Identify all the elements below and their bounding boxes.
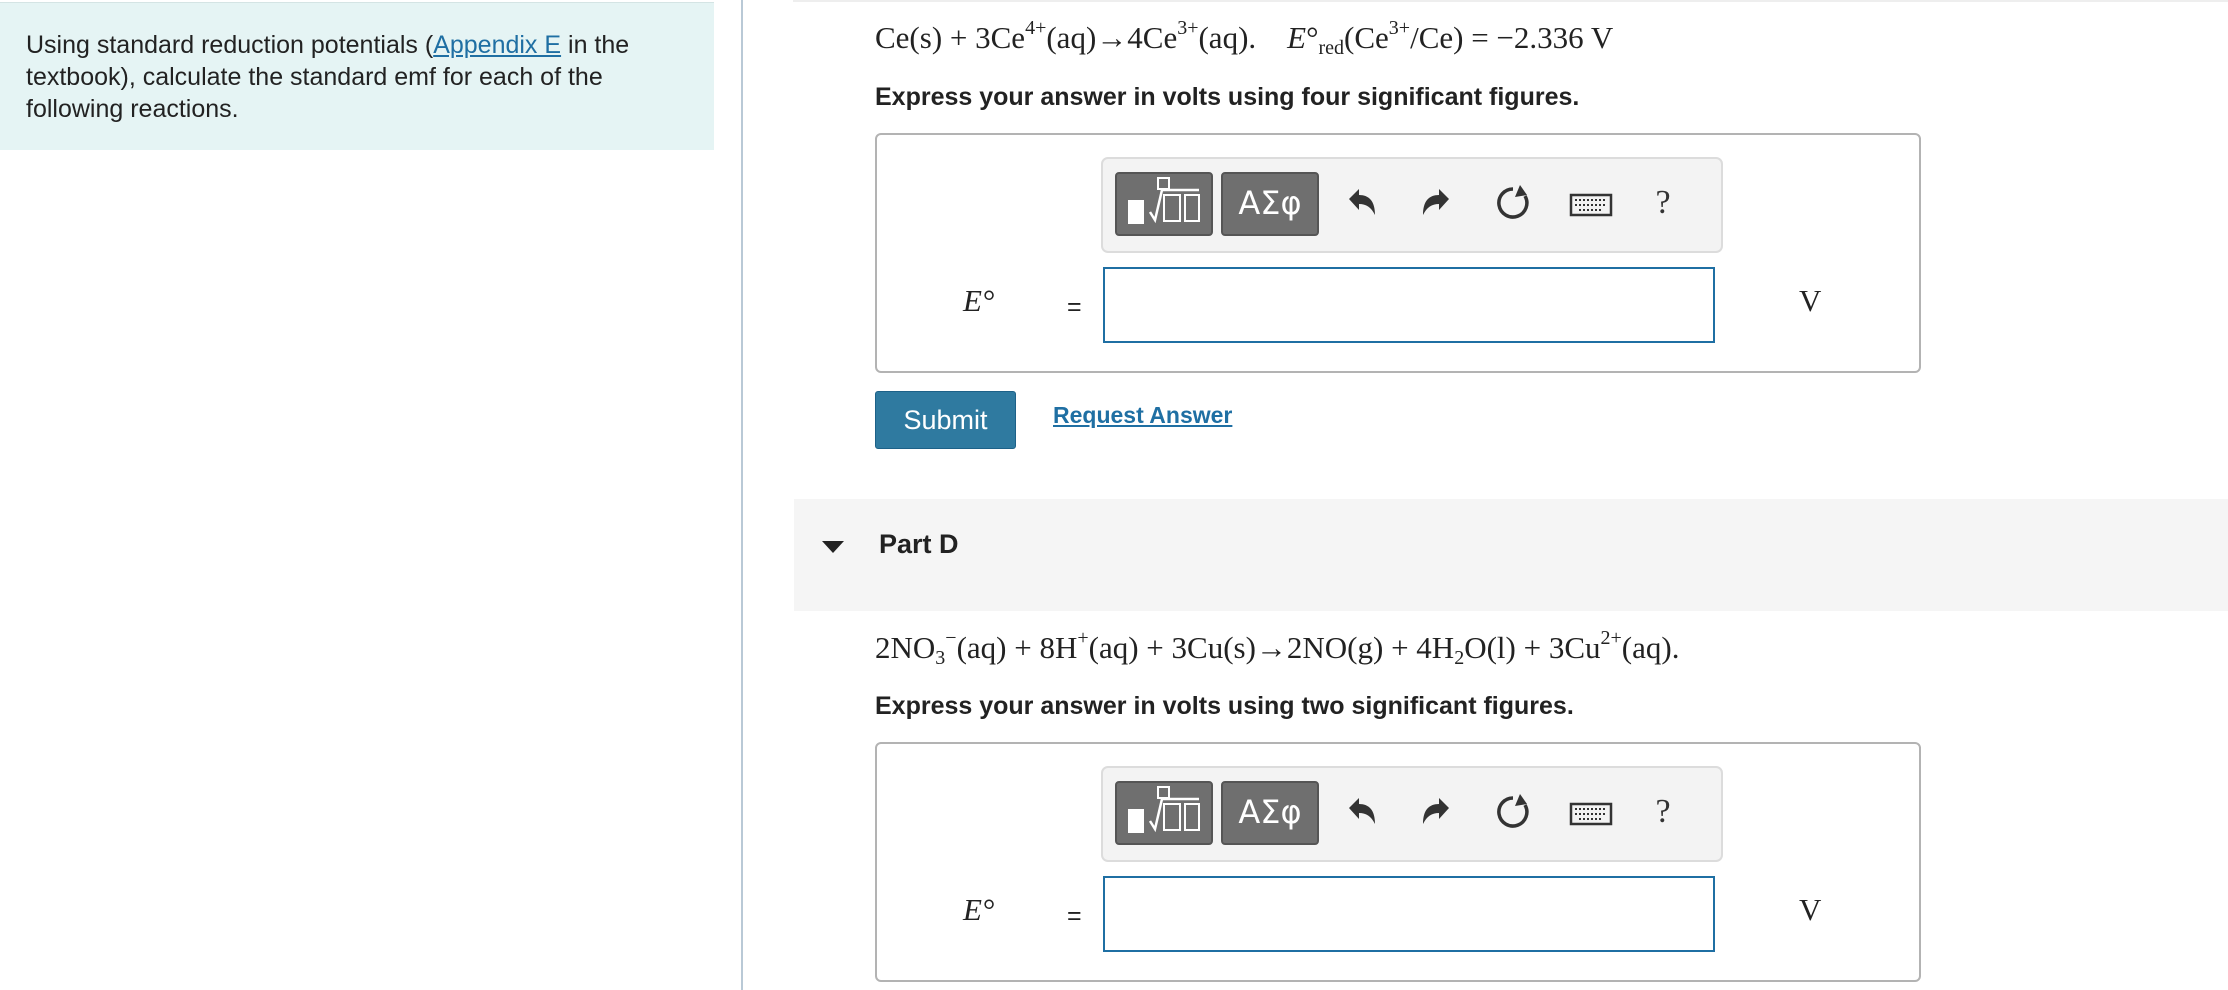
unit-label: V: [1799, 892, 1822, 927]
part-c-answer-box: ΑΣφ ? E° = V: [875, 133, 1921, 373]
collapse-caret-icon[interactable]: [822, 541, 844, 553]
answer-label: E°: [963, 892, 995, 927]
part-d-equation: 2NO3−(aq) + 8H+(aq) + 3Cu(s)→2NO(g) + 4H…: [875, 627, 1680, 669]
part-c-instruction: Express your answer in volts using four …: [875, 83, 1580, 111]
divider: [793, 0, 2228, 2]
part-d-answer-box: ΑΣφ ? E° = V: [875, 742, 1921, 982]
part-c-equation: Ce(s) + 3Ce4+(aq)→4Ce3+(aq). E°red(Ce3+/…: [875, 17, 1614, 59]
redo-button[interactable]: [1411, 786, 1463, 838]
appendix-link[interactable]: Appendix E: [433, 31, 561, 59]
submit-button[interactable]: Submit: [875, 391, 1016, 449]
undo-icon: [1349, 798, 1375, 824]
symbols-button[interactable]: ΑΣφ: [1221, 172, 1319, 236]
undo-button[interactable]: [1335, 177, 1387, 229]
part-d-header[interactable]: Part D: [794, 499, 2228, 611]
answer-input[interactable]: [1103, 876, 1715, 952]
undo-icon: [1349, 189, 1375, 215]
help-button[interactable]: ?: [1637, 786, 1689, 838]
symbols-button[interactable]: ΑΣφ: [1221, 781, 1319, 845]
templates-button[interactable]: [1115, 781, 1213, 845]
redo-icon: [1423, 189, 1449, 215]
keyboard-icon: [1569, 193, 1613, 217]
reset-icon: [1497, 185, 1529, 219]
part-d-title: Part D: [879, 529, 959, 559]
answer-label: E°: [963, 283, 995, 318]
left-panel: Using standard reduction potentials (App…: [0, 0, 743, 990]
equals-sign: =: [1067, 293, 1082, 321]
templates-icon: [1128, 177, 1200, 224]
help-button[interactable]: ?: [1637, 177, 1689, 229]
answer-input[interactable]: [1103, 267, 1715, 343]
reset-button[interactable]: [1487, 177, 1539, 229]
part-d-instruction: Express your answer in volts using two s…: [875, 692, 1574, 720]
intro-text: Using standard reduction potentials (App…: [26, 29, 686, 125]
undo-button[interactable]: [1335, 786, 1387, 838]
reset-button[interactable]: [1487, 786, 1539, 838]
equals-sign: =: [1067, 902, 1082, 930]
keyboard-icon: [1569, 802, 1613, 826]
request-answer-link[interactable]: Request Answer: [1053, 402, 1232, 429]
unit-label: V: [1799, 283, 1822, 318]
templates-button[interactable]: [1115, 172, 1213, 236]
right-panel: Ce(s) + 3Ce4+(aq)→4Ce3+(aq). E°red(Ce3+/…: [743, 0, 2228, 990]
reset-icon: [1497, 794, 1529, 828]
keyboard-button[interactable]: [1561, 786, 1621, 838]
part-d-math-toolbar: ΑΣφ ?: [1101, 766, 1723, 862]
redo-button[interactable]: [1411, 177, 1463, 229]
intro-box: Using standard reduction potentials (App…: [0, 2, 714, 150]
redo-icon: [1423, 798, 1449, 824]
keyboard-button[interactable]: [1561, 177, 1621, 229]
templates-icon: [1128, 786, 1200, 833]
part-c-math-toolbar: ΑΣφ ?: [1101, 157, 1723, 253]
intro-text-start: Using standard reduction potentials (: [26, 31, 434, 59]
